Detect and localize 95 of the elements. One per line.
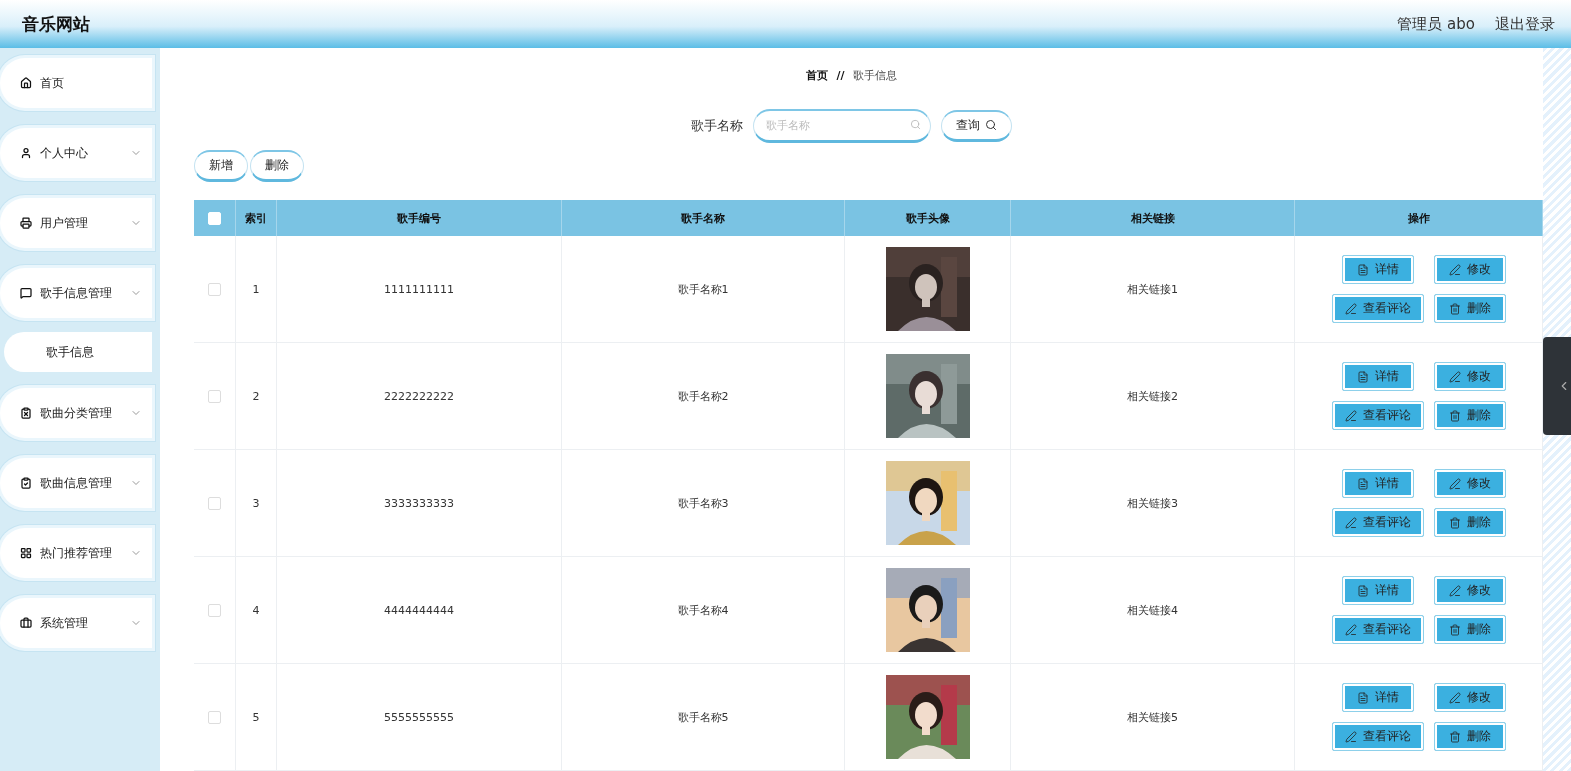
document-icon [1356,584,1369,597]
table-cell: 5 [252,710,260,724]
pen-icon [1448,584,1461,597]
add-button[interactable]: 新增 [194,150,248,182]
document-icon [1356,477,1369,490]
pen-icon [1344,516,1357,529]
document-icon [1356,691,1369,704]
table-cell: 歌手名称2 [677,388,729,404]
delete-button[interactable]: 删除 [1433,615,1506,644]
edit-button[interactable]: 修改 [1433,362,1506,391]
column-header: 歌手名称 [681,210,725,226]
table-cell: 4444444444 [384,603,454,617]
document-icon [1356,263,1369,276]
pen-icon [1344,730,1357,743]
trash-icon [1448,516,1461,529]
sidebar-subitem[interactable]: 歌手信息 [4,332,152,372]
table-cell: 相关链接5 [1127,709,1178,725]
table-cell: 3 [252,496,260,510]
briefcase-icon [20,617,32,629]
edit-button[interactable]: 修改 [1433,255,1506,284]
row-checkbox[interactable] [208,282,221,296]
row-checkbox[interactable] [208,496,221,510]
side-handle[interactable] [1543,337,1571,435]
chat-icon [20,287,32,299]
comments-button[interactable]: 查看评论 [1331,401,1424,430]
detail-button[interactable]: 详情 [1341,576,1414,605]
table-cell: 歌手名称3 [677,495,729,511]
table-cell: 4 [252,603,260,617]
row-checkbox[interactable] [208,710,221,724]
table-cell: 2222222222 [384,389,454,403]
delete-button[interactable]: 删除 [1433,401,1506,430]
pen-icon [1448,477,1461,490]
table-cell: 2 [252,389,260,403]
pen-icon [1344,302,1357,315]
column-header: 索引 [245,210,267,226]
table-cell: 歌手名称4 [677,602,729,618]
query-button[interactable]: 查询 [941,109,1012,142]
trash-icon [1448,302,1461,315]
pen-icon [1344,409,1357,422]
trash-icon [1448,730,1461,743]
column-header: 歌手头像 [905,210,950,226]
table-cell: 相关链接3 [1127,495,1178,511]
table-cell: 5555555555 [384,710,454,724]
edit-button[interactable]: 修改 [1433,469,1506,498]
table-cell: 1 [252,282,260,296]
user-label: 管理员 abo [1397,14,1475,34]
breadcrumb-item: 歌手信息 [852,68,897,84]
search-icon [985,119,997,132]
detail-button[interactable]: 详情 [1341,469,1414,498]
delete-button[interactable]: 删除 [250,150,304,182]
breadcrumb-separator: // [836,69,845,83]
edit-button[interactable]: 修改 [1433,683,1506,712]
pen-icon [1448,263,1461,276]
pen-icon [1448,691,1461,704]
comments-button[interactable]: 查看评论 [1331,294,1424,323]
column-header: 歌手编号 [397,210,441,226]
table-cell: 1111111111 [384,282,454,296]
search-label: 歌手名称 [691,116,743,135]
select-all-checkbox[interactable] [208,211,221,225]
edit-button[interactable]: 修改 [1433,576,1506,605]
comments-button[interactable]: 查看评论 [1331,722,1424,751]
column-header: 相关链接 [1130,210,1175,226]
delete-button[interactable]: 删除 [1433,508,1506,537]
comments-button[interactable]: 查看评论 [1331,508,1424,537]
delete-button[interactable]: 删除 [1433,294,1506,323]
table-cell: 歌手名称1 [677,281,729,297]
grid-icon [20,547,32,559]
user-icon [20,147,32,159]
document-icon [1356,370,1369,383]
site-title: 音乐网站 [22,12,90,36]
column-header: 操作 [1407,210,1430,226]
search-icon [910,118,921,130]
table-cell: 相关链接2 [1127,388,1178,404]
clipboard-check-icon [20,477,32,489]
pen-icon [1448,370,1461,383]
table-cell: 相关链接4 [1127,602,1178,618]
detail-button[interactable]: 详情 [1341,255,1414,284]
delete-button[interactable]: 删除 [1433,722,1506,751]
search-field[interactable]: 歌手名称 [753,108,931,143]
clipboard-icon [20,407,32,419]
trash-icon [1448,409,1461,422]
comments-button[interactable]: 查看评论 [1331,615,1424,644]
breadcrumb-item[interactable]: 首页 [806,68,829,84]
pen-icon [1344,623,1357,636]
row-checkbox[interactable] [208,389,221,403]
table-cell: 歌手名称5 [677,709,729,725]
printer-icon [20,217,32,229]
table-cell: 相关链接1 [1127,281,1178,297]
home-icon [20,77,32,89]
row-checkbox[interactable] [208,603,221,617]
table-cell: 3333333333 [384,496,454,510]
detail-button[interactable]: 详情 [1341,362,1414,391]
detail-button[interactable]: 详情 [1341,683,1414,712]
logout-link[interactable]: 退出登录 [1495,14,1555,34]
trash-icon [1448,623,1461,636]
